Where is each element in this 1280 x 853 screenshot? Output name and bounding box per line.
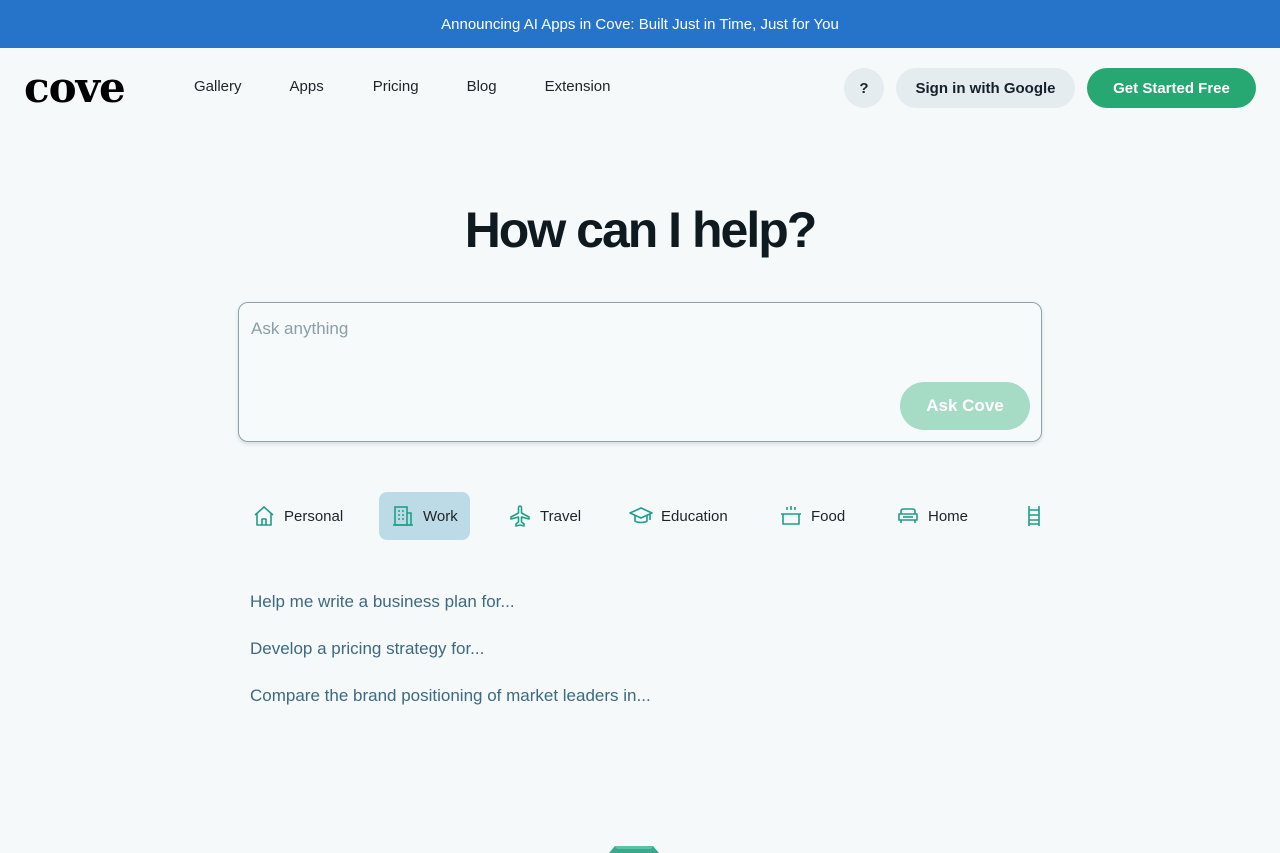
category-label: Travel: [540, 507, 582, 525]
decorative-emblem-icon: [609, 846, 659, 853]
suggestion-item[interactable]: Compare the brand positioning of market …: [250, 684, 651, 708]
cove-logo[interactable]: cove: [24, 65, 126, 111]
help-button[interactable]: ?: [844, 68, 884, 108]
announcement-banner[interactable]: Announcing AI Apps in Cove: Built Just i…: [0, 0, 1280, 48]
ask-input[interactable]: [251, 315, 1011, 343]
top-nav: cove Gallery Apps Pricing Blog Extension…: [0, 48, 1280, 128]
category-label: Food: [811, 507, 846, 525]
category-label: Work: [423, 507, 458, 525]
ask-cove-button[interactable]: Ask Cove: [900, 382, 1030, 430]
category-tabs: Personal Work Travel Education Food Home: [240, 492, 1040, 540]
category-tab-home[interactable]: Home: [884, 492, 980, 540]
nav-link-extension[interactable]: Extension: [545, 76, 611, 98]
suggestion-item[interactable]: Develop a pricing strategy for...: [250, 637, 484, 661]
category-tab-travel[interactable]: Travel: [496, 492, 593, 540]
get-started-free-button[interactable]: Get Started Free: [1087, 68, 1256, 108]
category-tab-personal[interactable]: Personal: [240, 492, 355, 540]
building-icon: [393, 506, 413, 526]
sofa-icon: [898, 508, 918, 523]
nav-link-apps[interactable]: Apps: [290, 76, 324, 98]
ask-box: Ask Cove: [238, 302, 1042, 442]
cooking-pot-icon: [781, 506, 801, 525]
category-label: Home: [928, 507, 969, 525]
nav-link-gallery[interactable]: Gallery: [194, 76, 242, 98]
nav-link-pricing[interactable]: Pricing: [373, 76, 419, 98]
hero-title: How can I help?: [464, 202, 818, 258]
house-icon: [254, 506, 274, 526]
category-label: Education: [661, 507, 728, 525]
sign-in-with-google-button[interactable]: Sign in with Google: [896, 68, 1075, 108]
category-tab-education[interactable]: Education: [617, 492, 740, 540]
category-tab-more[interactable]: [1010, 492, 1040, 540]
nav-link-blog[interactable]: Blog: [467, 76, 497, 98]
announcement-text[interactable]: Announcing AI Apps in Cove: Built Just i…: [441, 16, 839, 33]
category-tab-work[interactable]: Work: [379, 492, 470, 540]
graduation-cap-icon: [629, 507, 653, 524]
suggestion-item[interactable]: Help me write a business plan for...: [250, 590, 515, 614]
airplane-icon: [510, 505, 530, 527]
nav-links: Gallery Apps Pricing Blog Extension: [194, 76, 610, 98]
category-tab-food[interactable]: Food: [767, 492, 857, 540]
category-label: Personal: [284, 507, 344, 525]
ladder-icon: [1028, 506, 1040, 526]
